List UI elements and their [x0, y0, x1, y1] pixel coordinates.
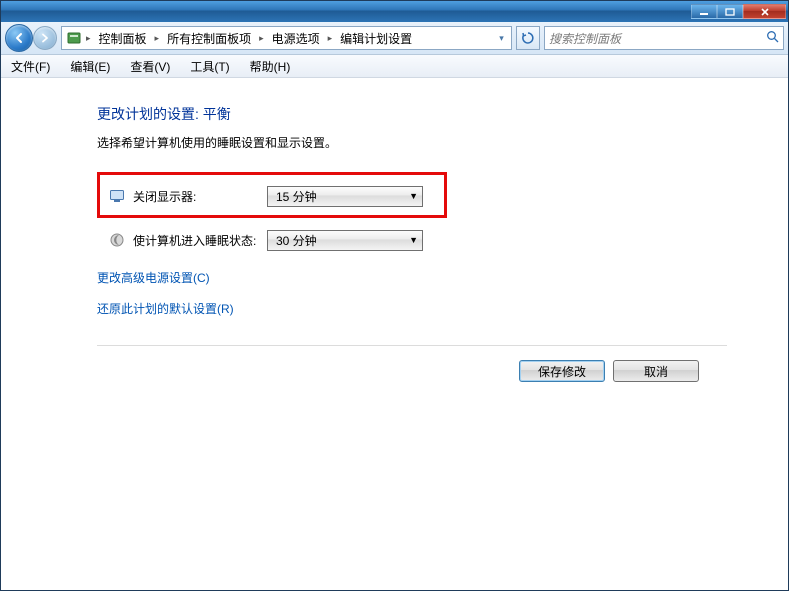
search-input[interactable]: 搜索控制面板	[544, 26, 784, 50]
chevron-right-icon: ▸	[86, 33, 91, 44]
menu-bar: 文件(F) 编辑(E) 查看(V) 工具(T) 帮助(H)	[1, 55, 788, 78]
sleep-select[interactable]: 30 分钟 ▼	[267, 230, 423, 251]
titlebar	[1, 1, 788, 22]
restore-defaults-link[interactable]: 还原此计划的默认设置(R)	[97, 300, 234, 317]
breadcrumb-item[interactable]: 控制面板	[95, 28, 151, 49]
nav-back-button[interactable]	[5, 24, 33, 52]
advanced-settings-link[interactable]: 更改高级电源设置(C)	[97, 269, 210, 286]
nav-buttons	[5, 24, 57, 52]
monitor-icon	[109, 188, 125, 204]
setting-label: 使计算机进入睡眠状态:	[133, 232, 267, 249]
save-button[interactable]: 保存修改	[519, 360, 605, 382]
menu-view[interactable]: 查看(V)	[126, 56, 174, 77]
page-subtitle: 选择希望计算机使用的睡眠设置和显示设置。	[97, 134, 727, 151]
nav-row: ▸ 控制面板 ▸ 所有控制面板项 ▸ 电源选项 ▸ 编辑计划设置 ▾ 搜索控制面…	[1, 22, 788, 55]
address-bar[interactable]: ▸ 控制面板 ▸ 所有控制面板项 ▸ 电源选项 ▸ 编辑计划设置 ▾	[61, 26, 512, 50]
address-dropdown-icon[interactable]: ▾	[494, 28, 509, 48]
button-row: 保存修改 取消	[97, 346, 727, 382]
control-panel-icon	[66, 30, 82, 46]
chevron-right-icon: ▸	[259, 33, 264, 44]
setting-label: 关闭显示器:	[133, 188, 267, 205]
cancel-button[interactable]: 取消	[613, 360, 699, 382]
menu-file[interactable]: 文件(F)	[7, 56, 54, 77]
select-value: 15 分钟	[276, 188, 317, 205]
chevron-down-icon: ▼	[409, 191, 418, 201]
chevron-right-icon: ▸	[155, 33, 160, 44]
menu-help[interactable]: 帮助(H)	[246, 56, 295, 77]
breadcrumb-item[interactable]: 编辑计划设置	[336, 28, 416, 49]
setting-sleep: 使计算机进入睡眠状态: 30 分钟 ▼	[109, 225, 727, 255]
close-button[interactable]	[743, 4, 786, 19]
search-icon	[766, 30, 779, 46]
menu-tools[interactable]: 工具(T)	[186, 56, 233, 77]
refresh-button[interactable]	[516, 26, 540, 50]
breadcrumb-item[interactable]: 所有控制面板项	[163, 28, 255, 49]
control-panel-window: ▸ 控制面板 ▸ 所有控制面板项 ▸ 电源选项 ▸ 编辑计划设置 ▾ 搜索控制面…	[0, 0, 789, 591]
content-area: 更改计划的设置: 平衡 选择希望计算机使用的睡眠设置和显示设置。 关闭显示器: …	[1, 78, 788, 590]
search-placeholder: 搜索控制面板	[549, 30, 621, 47]
turn-off-display-select[interactable]: 15 分钟 ▼	[267, 186, 423, 207]
menu-edit[interactable]: 编辑(E)	[66, 56, 114, 77]
minimize-button[interactable]	[691, 4, 717, 19]
page-title: 更改计划的设置: 平衡	[97, 104, 727, 124]
select-value: 30 分钟	[276, 232, 317, 249]
nav-forward-button[interactable]	[33, 26, 57, 50]
breadcrumb-item[interactable]: 电源选项	[268, 28, 324, 49]
setting-turn-off-display: 关闭显示器: 15 分钟 ▼	[109, 181, 727, 211]
chevron-right-icon: ▸	[328, 33, 333, 44]
moon-icon	[109, 232, 125, 248]
maximize-button[interactable]	[717, 4, 743, 19]
chevron-down-icon: ▼	[409, 235, 418, 245]
